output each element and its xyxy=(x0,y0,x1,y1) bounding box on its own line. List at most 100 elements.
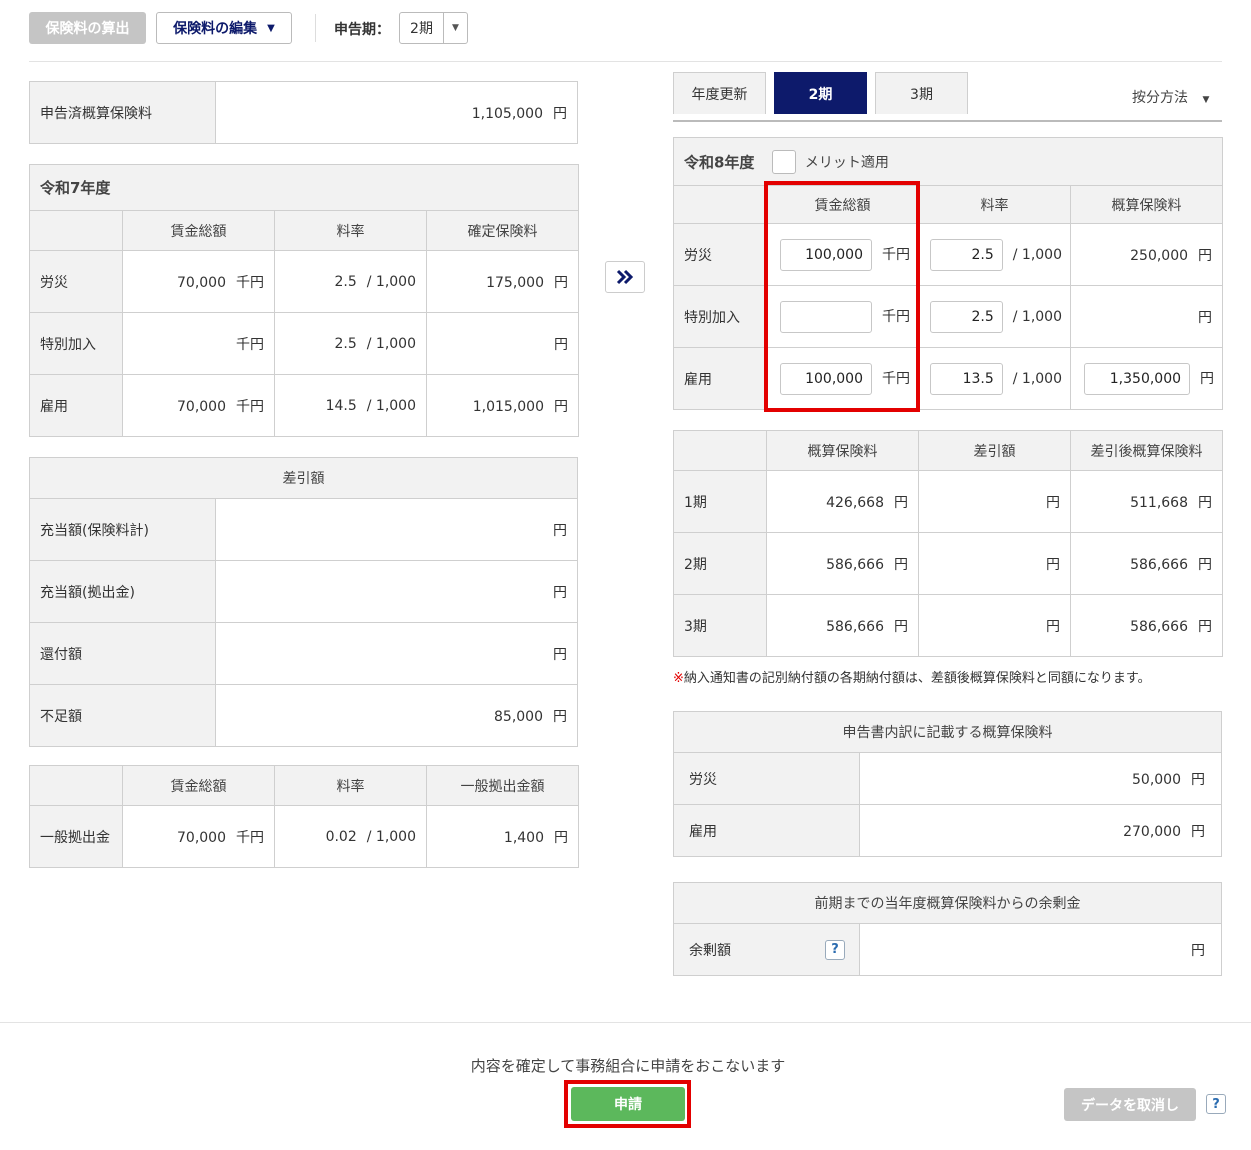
after-value: 586,666 xyxy=(1130,618,1188,635)
premium-value: 1,015,000 xyxy=(472,398,544,415)
declared-label: 申告済概算保険料 xyxy=(29,81,216,144)
premium-cell: 円 xyxy=(1069,285,1224,348)
rate-cell: 2.5 / 1,000 xyxy=(918,223,1071,286)
table-row: 余剰額 ? 円 xyxy=(673,923,1222,976)
header-separator xyxy=(29,61,1222,62)
estimated-value: 426,668 xyxy=(826,494,884,511)
allocation-method-label: 按分方法 xyxy=(1132,90,1188,106)
rate-cell: 13.5 / 1,000 xyxy=(918,347,1071,410)
deduction-table: 差引額 充当額(保険料計) 円 充当額(拠出金) 円 還付額円 不足額 85,000 円 xyxy=(29,457,578,747)
period-select[interactable]: 2期 ▼ xyxy=(399,12,468,44)
row-label: 特別加入 xyxy=(673,285,767,348)
after-cell: 586,666 円 xyxy=(1070,594,1223,657)
premium-value: 250,000 xyxy=(1130,247,1189,264)
table-row: 雇用 70,000 千円 14.5 / 1,000 1,015,000 円 xyxy=(29,374,579,437)
unit: 円 xyxy=(1191,942,1205,959)
unit: 円 xyxy=(553,646,567,663)
unit: 円 xyxy=(554,336,568,353)
unit: 円 xyxy=(553,522,567,539)
estimated-value: 586,666 xyxy=(826,556,884,573)
premium-cell: 250,000 円 xyxy=(1069,223,1224,286)
value: 270,000 xyxy=(1123,823,1181,840)
wage-value: 70,000 xyxy=(177,398,226,415)
transfer-button[interactable] xyxy=(605,261,645,293)
rate-input[interactable]: 2.5 xyxy=(929,238,1003,271)
declared-premium-table: 申告済概算保険料 1,105,000 円 xyxy=(29,81,578,144)
after-value: 586,666 xyxy=(1130,556,1188,573)
edit-premium-dropdown[interactable]: 保険料の編集 ▼ xyxy=(156,12,292,44)
contribution-header-wage: 賃金総額 xyxy=(122,765,275,806)
wage-cell: 千円 xyxy=(766,285,919,348)
unit: / 1,000 xyxy=(366,273,416,290)
rate-cell: 2.5 / 1,000 xyxy=(918,285,1071,348)
after-value: 511,668 xyxy=(1130,494,1188,511)
fy7-header-blank xyxy=(29,210,123,251)
value-cell: 円 xyxy=(215,498,578,561)
fy7-header-wage: 賃金総額 xyxy=(122,210,275,251)
unit: 円 xyxy=(894,618,908,635)
unit: 円 xyxy=(1198,494,1212,511)
estimated-cell: 586,666 円 xyxy=(766,594,919,657)
help-icon[interactable]: ? xyxy=(825,939,845,960)
unit: 円 xyxy=(1046,618,1060,635)
periods-header-estimated: 概算保険料 xyxy=(766,430,919,471)
unit: / 1,000 xyxy=(1012,308,1062,325)
unit: 円 xyxy=(553,105,567,122)
surplus-label: 余剰額 xyxy=(689,942,731,959)
submit-button[interactable]: 申請 xyxy=(571,1087,685,1121)
unit: 円 xyxy=(1200,370,1215,387)
tab-annual-renewal[interactable]: 年度更新 xyxy=(673,72,766,114)
value-cell: 85,000 円 xyxy=(215,684,578,747)
unit: 円 xyxy=(1198,247,1213,264)
merit-checkbox[interactable] xyxy=(771,149,796,174)
rate-input[interactable]: 13.5 xyxy=(929,362,1003,395)
fy7-header-premium: 確定保険料 xyxy=(426,210,579,251)
after-cell: 586,666 円 xyxy=(1070,532,1223,595)
allocation-method-dropdown[interactable]: 按分方法 ▼ xyxy=(1132,87,1209,107)
edit-premium-label: 保険料の編集 xyxy=(173,21,258,37)
value-cell: 円 xyxy=(859,923,1222,976)
wage-cell: 100,000 千円 xyxy=(766,223,919,286)
tab-label: 年度更新 xyxy=(691,86,748,103)
unit: 円 xyxy=(1046,494,1060,511)
estimated-value: 586,666 xyxy=(826,618,884,635)
breakdown-table: 申告書内訳に記載する概算保険料 労災 50,000 円 雇用 270,000 円 xyxy=(673,711,1222,857)
calc-premium-button[interactable]: 保険料の算出 xyxy=(29,12,146,44)
unit: 円 xyxy=(554,398,568,415)
help-icon[interactable]: ? xyxy=(1206,1094,1226,1114)
premium-input[interactable]: 1,350,000 xyxy=(1084,362,1191,395)
wage-input[interactable]: 100,000 xyxy=(780,238,872,271)
unit: 円 xyxy=(553,708,567,725)
wage-input[interactable]: 100,000 xyxy=(780,362,872,395)
table-row: 特別加入 千円 2.5 / 1,000 円 xyxy=(29,312,579,375)
wage-cell: 70,000 千円 xyxy=(122,374,275,437)
cancel-data-button[interactable]: データを取消し xyxy=(1064,1088,1196,1121)
unit: 円 xyxy=(1046,556,1060,573)
fy7-header-rate: 料率 xyxy=(274,210,427,251)
tab-period-3[interactable]: 3期 xyxy=(875,72,968,114)
estimated-cell: 586,666 円 xyxy=(766,532,919,595)
merit-label: メリット適用 xyxy=(804,154,889,171)
contribution-header-amount: 一般拠出金額 xyxy=(426,765,579,806)
breakdown-title: 申告書内訳に記載する概算保険料 xyxy=(673,711,1222,753)
unit: 千円 xyxy=(236,336,264,353)
unit: 円 xyxy=(554,274,568,291)
rate-input[interactable]: 2.5 xyxy=(929,300,1003,333)
tab-period-2[interactable]: 2期 xyxy=(774,72,867,114)
wage-input[interactable] xyxy=(780,300,872,333)
value-cell: 円 xyxy=(215,622,578,685)
rate-cell: 2.5 / 1,000 xyxy=(274,250,427,313)
row-label: 雇用 xyxy=(673,804,860,857)
after-cell: 511,668 円 xyxy=(1070,470,1223,533)
diff-cell: 円 xyxy=(918,470,1071,533)
wage-cell: 70,000 千円 xyxy=(122,250,275,313)
unit: 千円 xyxy=(236,829,264,846)
unit: / 1,000 xyxy=(1012,370,1062,387)
unit: / 1,000 xyxy=(366,828,416,845)
declared-value-cell: 1,105,000 円 xyxy=(215,81,578,144)
unit: 千円 xyxy=(882,370,910,387)
period-value: 2期 xyxy=(410,21,433,37)
fy8-title: 令和8年度 xyxy=(684,153,755,171)
unit: 円 xyxy=(894,494,908,511)
rate-value: 2.5 xyxy=(334,335,357,352)
